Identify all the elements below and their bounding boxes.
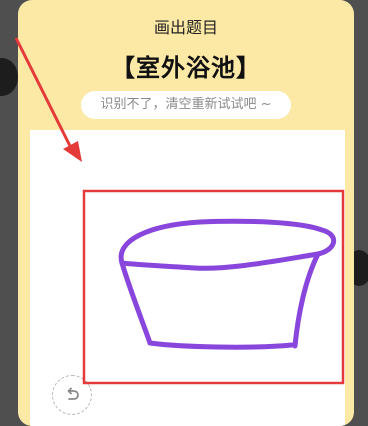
- stroke-right-side: [292, 251, 321, 349]
- background-blob-left: [0, 58, 18, 96]
- drawing-topic: 【室外浴池】: [111, 54, 261, 82]
- undo-icon: [67, 387, 79, 400]
- undo-button[interactable]: [52, 375, 92, 415]
- stroke-rim: [118, 218, 336, 271]
- stroke-bottom: [147, 340, 295, 350]
- stroke-left-side: [119, 260, 153, 346]
- drawing-card: 画出题目 【室外浴池】 识别不了，清空重新试试吧 ~: [18, 0, 354, 426]
- page-title: 画出题目: [153, 18, 218, 37]
- hint-pill: 识别不了，清空重新试试吧 ~: [81, 91, 291, 119]
- drawing-canvas[interactable]: [30, 130, 345, 426]
